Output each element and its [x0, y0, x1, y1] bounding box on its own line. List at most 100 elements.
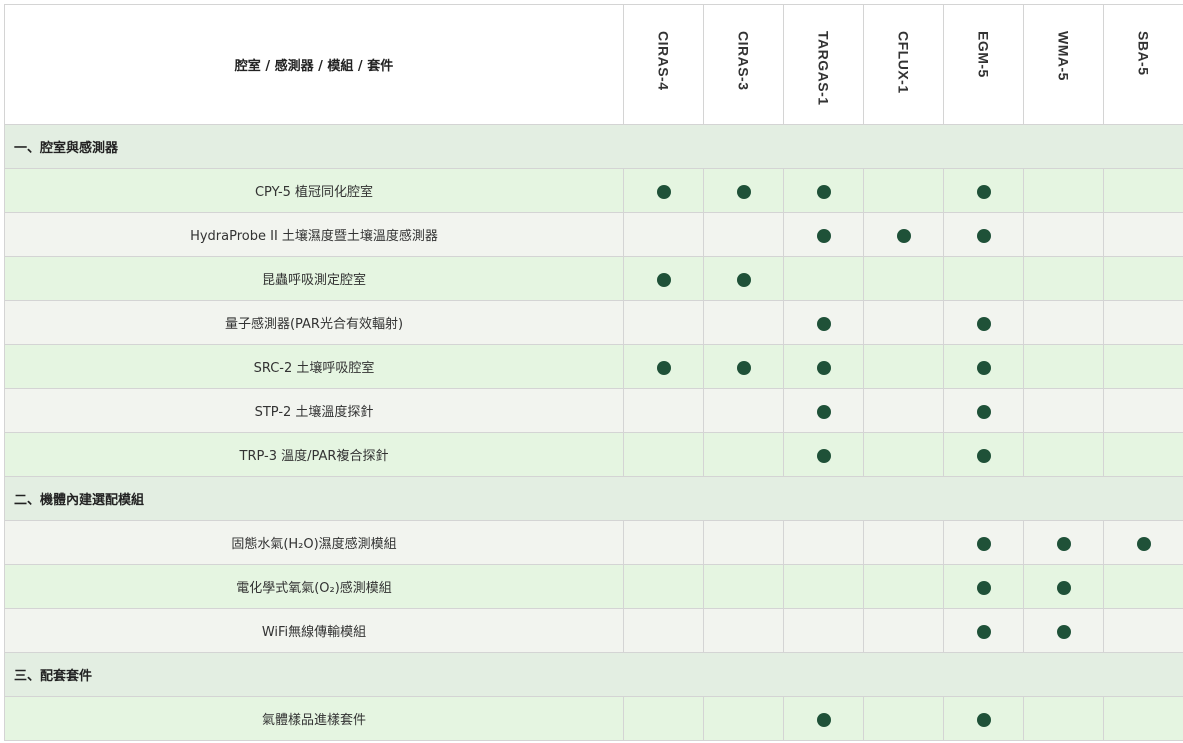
compatibility-cell — [1103, 344, 1183, 389]
compatibility-cell — [1103, 212, 1183, 257]
compatibility-cell — [1023, 520, 1104, 565]
compatibility-cell — [623, 256, 704, 301]
compatibility-cell — [783, 212, 864, 257]
table-row: 量子感測器(PAR光合有效輻射) — [4, 300, 1183, 345]
compatibility-cell — [943, 432, 1024, 477]
table-row: 昆蟲呼吸測定腔室 — [4, 256, 1183, 301]
item-name: STP-2 土壤溫度探針 — [4, 388, 624, 433]
compatible-dot-icon — [1056, 580, 1071, 595]
compatibility-cell — [703, 564, 784, 609]
table-header-row: 腔室 / 感測器 / 模組 / 套件 CIRAS-4 CIRAS-3 TARGA… — [4, 4, 1183, 125]
compatibility-cell — [703, 300, 784, 345]
compatible-dot-icon — [976, 404, 991, 419]
compatibility-cell — [1023, 608, 1104, 653]
compatible-dot-icon — [976, 712, 991, 727]
compatibility-cell — [863, 300, 944, 345]
table-row: SRC-2 土壤呼吸腔室 — [4, 344, 1183, 389]
compatible-dot-icon — [976, 448, 991, 463]
column-header-label: WMA-5 — [1055, 31, 1072, 81]
compatible-dot-icon — [816, 184, 831, 199]
table-row: 氣體樣品進樣套件 — [4, 696, 1183, 741]
compatibility-cell — [1103, 432, 1183, 477]
compatibility-cell — [1023, 300, 1104, 345]
compatibility-cell — [623, 388, 704, 433]
section-title: 三、配套套件 — [4, 652, 1183, 697]
table-row: 固態水氣(H₂O)濕度感測模組 — [4, 520, 1183, 565]
compatibility-cell — [1023, 564, 1104, 609]
column-header-targas-1: TARGAS-1 — [783, 4, 864, 125]
compatibility-cell — [623, 168, 704, 213]
table-row: WiFi無線傳輸模組 — [4, 608, 1183, 653]
table-body: 一、腔室與感測器 CPY-5 植冠同化腔室 HydraProbe II 土壤濕度暨土… — [4, 124, 1183, 741]
compatibility-cell — [783, 256, 864, 301]
item-name: 氣體樣品進樣套件 — [4, 696, 624, 741]
compatibility-cell — [863, 696, 944, 741]
compatible-dot-icon — [976, 536, 991, 551]
compatibility-cell — [1103, 696, 1183, 741]
column-header-label: TARGAS-1 — [815, 31, 832, 106]
compatible-dot-icon — [816, 228, 831, 243]
column-header-label: CFLUX-1 — [895, 31, 912, 94]
column-header-label: SBA-5 — [1135, 31, 1152, 76]
compatibility-cell — [1023, 388, 1104, 433]
compatible-dot-icon — [656, 184, 671, 199]
column-header-cflux-1: CFLUX-1 — [863, 4, 944, 125]
table-row: TRP-3 溫度/PAR複合探針 — [4, 432, 1183, 477]
compatibility-cell — [783, 696, 864, 741]
compatibility-cell — [1023, 168, 1104, 213]
compatibility-cell — [863, 212, 944, 257]
compatible-dot-icon — [976, 624, 991, 639]
compatible-dot-icon — [1056, 536, 1071, 551]
compatibility-cell — [623, 212, 704, 257]
table-row: CPY-5 植冠同化腔室 — [4, 168, 1183, 213]
compatibility-cell — [703, 168, 784, 213]
section-title: 二、機體內建選配模組 — [4, 476, 1183, 521]
section-row: 一、腔室與感測器 — [4, 124, 1183, 169]
compatible-dot-icon — [976, 580, 991, 595]
compatibility-cell — [1103, 168, 1183, 213]
compatibility-cell — [863, 256, 944, 301]
compatibility-cell — [1023, 344, 1104, 389]
compatibility-cell — [783, 608, 864, 653]
item-name: SRC-2 土壤呼吸腔室 — [4, 344, 624, 389]
compatibility-cell — [863, 344, 944, 389]
compatibility-cell — [863, 520, 944, 565]
column-header-wma-5: WMA-5 — [1023, 4, 1104, 125]
compatibility-cell — [1103, 564, 1183, 609]
item-name: 昆蟲呼吸測定腔室 — [4, 256, 624, 301]
item-name: CPY-5 植冠同化腔室 — [4, 168, 624, 213]
compatibility-cell — [783, 388, 864, 433]
compatibility-cell — [703, 256, 784, 301]
compatibility-cell — [623, 432, 704, 477]
compatible-dot-icon — [1136, 536, 1151, 551]
compatibility-cell — [943, 388, 1024, 433]
item-name: WiFi無線傳輸模組 — [4, 608, 624, 653]
compatibility-cell — [863, 564, 944, 609]
compatible-dot-icon — [656, 272, 671, 287]
compatible-dot-icon — [896, 228, 911, 243]
compatibility-cell — [623, 564, 704, 609]
compatibility-cell — [703, 388, 784, 433]
compatibility-cell — [703, 432, 784, 477]
compatibility-cell — [1023, 696, 1104, 741]
compatibility-cell — [703, 212, 784, 257]
compatible-dot-icon — [816, 712, 831, 727]
column-header-ciras-3: CIRAS-3 — [703, 4, 784, 125]
compatibility-cell — [623, 344, 704, 389]
item-name: 電化學式氧氣(O₂)感測模組 — [4, 564, 624, 609]
item-name: TRP-3 溫度/PAR複合探針 — [4, 432, 624, 477]
compatible-dot-icon — [976, 360, 991, 375]
item-name: 固態水氣(H₂O)濕度感測模組 — [4, 520, 624, 565]
compatibility-cell — [1103, 256, 1183, 301]
column-header-label: EGM-5 — [975, 31, 992, 78]
compatibility-cell — [863, 432, 944, 477]
compatible-dot-icon — [976, 184, 991, 199]
column-header-sba-5: SBA-5 — [1103, 4, 1183, 125]
compatible-dot-icon — [656, 360, 671, 375]
column-header-label: CIRAS-3 — [735, 31, 752, 91]
compatible-dot-icon — [976, 316, 991, 331]
compatibility-cell — [943, 564, 1024, 609]
compatibility-cell — [943, 520, 1024, 565]
table-row: 電化學式氧氣(O₂)感測模組 — [4, 564, 1183, 609]
item-name: 量子感測器(PAR光合有效輻射) — [4, 300, 624, 345]
